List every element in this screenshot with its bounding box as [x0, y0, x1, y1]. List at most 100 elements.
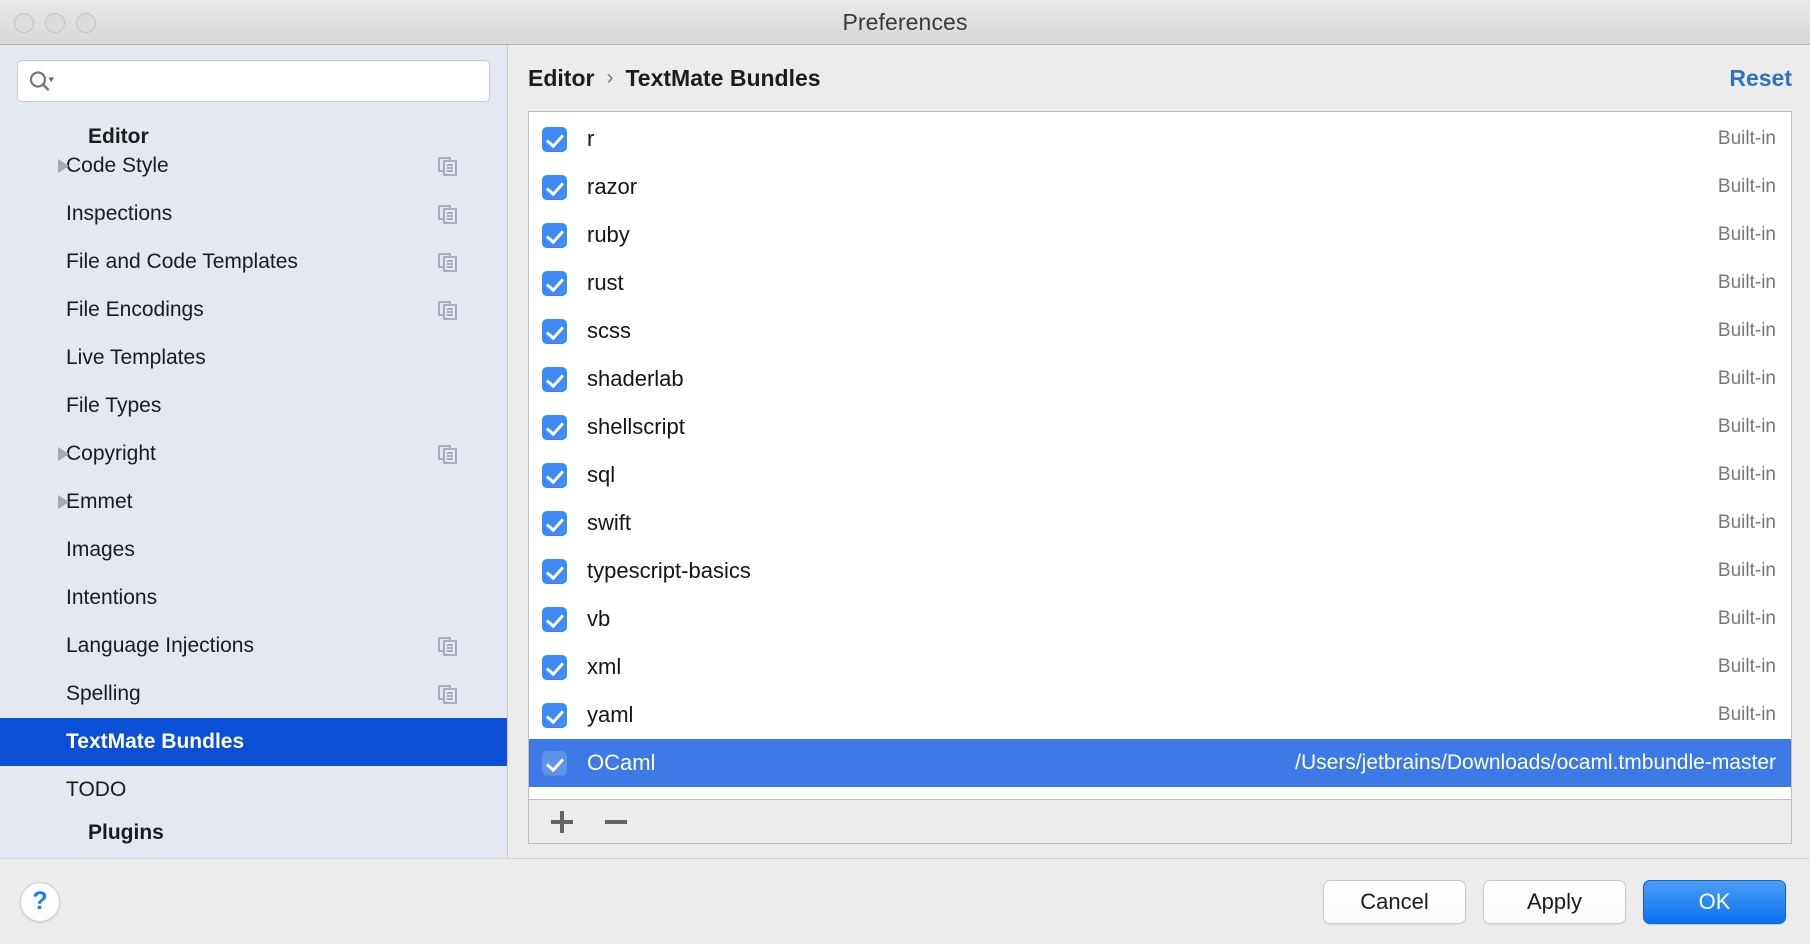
table-row[interactable]: razor Built-in	[529, 163, 1791, 211]
sidebar-item-label: TODO	[66, 778, 126, 802]
chevron-right-icon[interactable]	[58, 159, 69, 173]
sidebar-item-label: Spelling	[66, 682, 141, 706]
bundle-checkbox[interactable]	[542, 415, 567, 440]
preferences-window: Preferences Editor	[0, 0, 1810, 944]
sidebar-item-language-injections[interactable]: Language Injections	[0, 622, 507, 670]
sidebar-item-file-types[interactable]: File Types	[0, 382, 507, 430]
breadcrumb-current: TextMate Bundles	[625, 65, 820, 92]
breadcrumb-root[interactable]: Editor	[528, 65, 594, 92]
search-container	[0, 60, 507, 102]
chevron-right-icon[interactable]	[58, 447, 69, 461]
table-row[interactable]: yaml Built-in	[529, 691, 1791, 739]
sidebar-item-todo[interactable]: TODO	[0, 766, 507, 814]
table-row[interactable]: shellscript Built-in	[529, 403, 1791, 451]
bundle-checkbox[interactable]	[542, 607, 567, 632]
bundle-checkbox[interactable]	[542, 703, 567, 728]
sidebar-item-inspections[interactable]: Inspections	[0, 190, 507, 238]
copy-settings-icon[interactable]	[438, 445, 457, 464]
bundle-name: yaml	[587, 702, 633, 728]
window-title: Preferences	[0, 9, 1810, 36]
copy-settings-icon[interactable]	[438, 637, 457, 656]
copy-settings-icon[interactable]	[438, 253, 457, 272]
bundle-checkbox[interactable]	[542, 127, 567, 152]
table-row[interactable]: scss Built-in	[529, 307, 1791, 355]
close-window-button[interactable]	[14, 13, 34, 33]
bundle-checkbox[interactable]	[542, 175, 567, 200]
chevron-right-icon[interactable]	[58, 495, 69, 509]
traffic-light-group	[14, 0, 96, 45]
copy-settings-icon[interactable]	[438, 157, 457, 176]
search-icon	[28, 70, 54, 92]
bundle-name: sql	[587, 462, 615, 488]
sidebar-item-label: Inspections	[66, 202, 172, 226]
zoom-window-button[interactable]	[76, 13, 96, 33]
settings-main-panel: Editor › TextMate Bundles Reset r Built-…	[508, 45, 1810, 858]
bundle-list[interactable]: r Built-in razor Built-in ruby Built-in	[528, 111, 1792, 800]
sidebar-item-label: Live Templates	[66, 346, 206, 370]
table-row[interactable]: swift Built-in	[529, 499, 1791, 547]
sidebar-item-images[interactable]: Images	[0, 526, 507, 574]
add-bundle-button[interactable]	[546, 806, 578, 838]
bundle-source: Built-in	[1718, 656, 1776, 678]
table-row[interactable]: sql Built-in	[529, 451, 1791, 499]
bundle-name: scss	[587, 318, 631, 344]
bundle-name: typescript-basics	[587, 558, 751, 584]
nav-group-plugins[interactable]: Plugins	[0, 814, 507, 852]
bundle-checkbox[interactable]	[542, 271, 567, 296]
table-row[interactable]: shaderlab Built-in	[529, 355, 1791, 403]
copy-settings-icon[interactable]	[438, 301, 457, 320]
sidebar-item-label: Code Style	[66, 154, 169, 178]
bundle-checkbox[interactable]	[542, 751, 567, 776]
copy-settings-icon[interactable]	[438, 205, 457, 224]
dialog-body: Editor Code Style Inspections File and C…	[0, 45, 1810, 858]
sidebar-item-textmate-bundles[interactable]: TextMate Bundles	[0, 718, 507, 766]
sidebar-item-live-templates[interactable]: Live Templates	[0, 334, 507, 382]
bundle-name: r	[587, 126, 594, 152]
bundle-source: Built-in	[1718, 608, 1776, 630]
bundle-name: vb	[587, 606, 610, 632]
reset-link[interactable]: Reset	[1729, 65, 1792, 92]
sidebar-item-label: Copyright	[66, 442, 156, 466]
bundle-checkbox[interactable]	[542, 223, 567, 248]
remove-bundle-button[interactable]	[600, 806, 632, 838]
sidebar-item-label: File and Code Templates	[66, 250, 298, 274]
bundle-name: ruby	[587, 222, 630, 248]
breadcrumb: Editor › TextMate Bundles	[528, 65, 821, 92]
minimize-window-button[interactable]	[45, 13, 65, 33]
table-row[interactable]: rust Built-in	[529, 259, 1791, 307]
bundle-source: Built-in	[1718, 464, 1776, 486]
sidebar-item-label: Emmet	[66, 490, 133, 514]
bundle-name: razor	[587, 174, 637, 200]
cancel-button[interactable]: Cancel	[1323, 880, 1466, 924]
table-row[interactable]: ruby Built-in	[529, 211, 1791, 259]
bundle-checkbox[interactable]	[542, 559, 567, 584]
table-row[interactable]: vb Built-in	[529, 595, 1791, 643]
sidebar-item-file-encodings[interactable]: File Encodings	[0, 286, 507, 334]
sidebar-item-file-and-code-templates[interactable]: File and Code Templates	[0, 238, 507, 286]
breadcrumb-separator-icon: ›	[606, 66, 613, 90]
sidebar-item-label: Images	[66, 538, 135, 562]
ok-button[interactable]: OK	[1643, 880, 1786, 924]
search-field[interactable]	[17, 60, 490, 102]
table-row[interactable]: r Built-in	[529, 115, 1791, 163]
table-row[interactable]: typescript-basics Built-in	[529, 547, 1791, 595]
sidebar-item-copyright[interactable]: Copyright	[0, 430, 507, 478]
help-button[interactable]: ?	[20, 882, 60, 922]
bundle-checkbox[interactable]	[542, 655, 567, 680]
table-row[interactable]: OCaml /Users/jetbrains/Downloads/ocaml.t…	[529, 739, 1791, 787]
bundle-checkbox[interactable]	[542, 367, 567, 392]
copy-settings-icon[interactable]	[438, 685, 457, 704]
search-input[interactable]	[60, 71, 479, 92]
bundle-checkbox[interactable]	[542, 319, 567, 344]
apply-button[interactable]: Apply	[1483, 880, 1626, 924]
bundle-source: Built-in	[1718, 272, 1776, 294]
table-row[interactable]: xml Built-in	[529, 643, 1791, 691]
bundle-checkbox[interactable]	[542, 463, 567, 488]
sidebar-item-intentions[interactable]: Intentions	[0, 574, 507, 622]
bundle-checkbox[interactable]	[542, 511, 567, 536]
sidebar-item-spelling[interactable]: Spelling	[0, 670, 507, 718]
main-header: Editor › TextMate Bundles Reset	[528, 45, 1792, 111]
sidebar-item-emmet[interactable]: Emmet	[0, 478, 507, 526]
bundle-name: shaderlab	[587, 366, 684, 392]
bundle-name: rust	[587, 270, 624, 296]
